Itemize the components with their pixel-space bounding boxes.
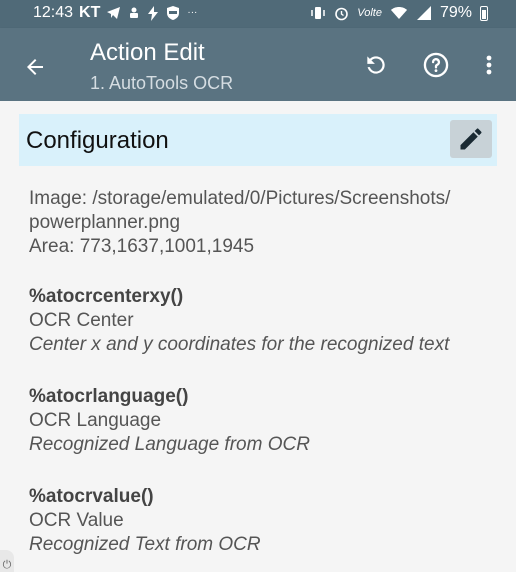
page-title: Action Edit xyxy=(90,39,205,66)
arrow-back-icon xyxy=(27,59,43,75)
android-icon xyxy=(127,6,141,20)
variable-label: OCR Center xyxy=(29,310,134,331)
content: Configuration Image: /storage/emulated/0… xyxy=(0,101,516,572)
variable-name: %atocrcenterxy() xyxy=(29,286,184,307)
status-bar: 12:43 KT ··· Volte 79% xyxy=(0,0,516,28)
edit-configuration-button[interactable] xyxy=(450,120,492,158)
app-bar: Action Edit 1. AutoTools OCR xyxy=(0,28,516,101)
status-carrier: KT xyxy=(79,4,101,21)
variable-description: Recognized Language from OCR xyxy=(29,434,310,455)
battery-percent: 79% xyxy=(439,4,472,21)
shield-icon xyxy=(165,5,181,21)
power-icon: ⏻ xyxy=(0,550,14,572)
image-path-line-2: powerplanner.png xyxy=(29,212,181,233)
vibrate-icon xyxy=(310,6,326,20)
variable-name: %atocrvalue() xyxy=(29,486,154,507)
help-button[interactable] xyxy=(419,48,453,82)
alarm-icon xyxy=(334,6,349,21)
variable-description: Recognized Text from OCR xyxy=(29,534,261,555)
page-subtitle: 1. AutoTools OCR xyxy=(90,73,234,93)
configuration-header: Configuration xyxy=(19,114,497,166)
overflow-menu-button[interactable] xyxy=(472,48,506,82)
refresh-icon xyxy=(367,56,385,74)
variable-item: %atocrvalue() OCR Value Recognized Text … xyxy=(29,485,499,557)
configuration-details: Image: /storage/emulated/0/Pictures/Scre… xyxy=(29,187,499,557)
revert-button[interactable] xyxy=(359,48,393,82)
more-notifications-icon: ··· xyxy=(187,7,198,18)
screen: 12:43 KT ··· Volte 79% Action Edit 1. Au… xyxy=(0,0,516,572)
more-vert-icon xyxy=(486,55,492,75)
telegram-icon xyxy=(106,6,121,20)
status-right: Volte 79% xyxy=(310,4,488,22)
image-path-line: Image: /storage/emulated/0/Pictures/Scre… xyxy=(29,188,451,209)
variable-description: Center x and y coordinates for the recog… xyxy=(29,334,450,355)
pencil-icon xyxy=(460,128,482,150)
bolt-icon xyxy=(147,5,159,21)
signal-icon xyxy=(416,6,432,20)
configuration-title: Configuration xyxy=(26,127,169,154)
help-icon xyxy=(423,52,449,78)
variable-item: %atocrcenterxy() OCR Center Center x and… xyxy=(29,285,499,357)
variable-item: %atocrlanguage() OCR Language Recognized… xyxy=(29,385,499,457)
status-time: 12:43 xyxy=(33,4,74,21)
area-line: Area: 773,1637,1001,1945 xyxy=(29,236,255,257)
back-button[interactable] xyxy=(18,50,52,84)
variable-name: %atocrlanguage() xyxy=(29,386,189,407)
variable-label: OCR Language xyxy=(29,410,162,431)
battery-icon xyxy=(480,5,488,21)
variable-label: OCR Value xyxy=(29,510,124,531)
status-left: 12:43 KT ··· xyxy=(33,4,197,22)
wifi-icon xyxy=(390,6,408,20)
volte-icon: Volte xyxy=(357,7,382,19)
